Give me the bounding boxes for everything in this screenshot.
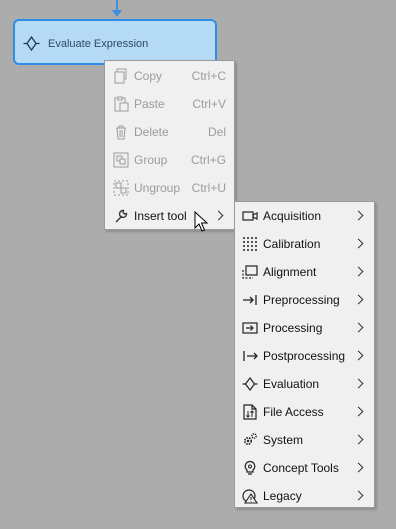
file-access-icon <box>243 404 257 420</box>
submenu-item-alignment[interactable]: Alignment <box>235 258 374 286</box>
chevron-right-icon <box>213 210 224 221</box>
postprocessing-icon <box>243 351 258 361</box>
flow-node-evaluate-expression[interactable]: Evaluate Expression <box>13 19 217 65</box>
chevron-right-icon <box>353 490 364 501</box>
chevron-right-icon <box>353 266 364 277</box>
lightbulb-icon <box>244 460 256 475</box>
menu-item-insert-tool[interactable]: Insert tool <box>105 202 234 230</box>
submenu-item-legacy[interactable]: Legacy <box>235 482 374 510</box>
insert-tool-submenu: Acquisition Calibration Alignment Prepro… <box>234 201 375 508</box>
chevron-right-icon <box>353 294 364 305</box>
chevron-right-icon <box>353 238 364 249</box>
chevron-right-icon <box>353 434 364 445</box>
menu-item-delete[interactable]: Delete Del <box>105 118 234 146</box>
submenu-item-preprocessing[interactable]: Preprocessing <box>235 286 374 314</box>
submenu-item-calibration[interactable]: Calibration <box>235 230 374 258</box>
alignment-icon <box>242 265 258 279</box>
submenu-item-file-access[interactable]: File Access <box>235 398 374 426</box>
legacy-warning-icon <box>242 489 258 504</box>
chevron-right-icon <box>353 378 364 389</box>
node-label: Evaluate Expression <box>48 38 149 50</box>
submenu-item-processing[interactable]: Processing <box>235 314 374 342</box>
preprocessing-icon <box>243 295 257 305</box>
submenu-item-acquisition[interactable]: Acquisition <box>235 202 374 230</box>
menu-item-paste[interactable]: Paste Ctrl+V <box>105 90 234 118</box>
mouse-pointer-icon <box>194 211 208 232</box>
chevron-right-icon <box>353 210 364 221</box>
evaluation-icon <box>242 377 258 391</box>
context-menu: Copy Ctrl+C Paste Ctrl+V Delete Del Grou… <box>104 60 235 230</box>
group-icon <box>113 152 129 168</box>
paste-icon <box>114 96 129 112</box>
chevron-right-icon <box>353 322 364 333</box>
submenu-item-system[interactable]: System <box>235 426 374 454</box>
ungroup-icon <box>113 180 129 196</box>
chevron-right-icon <box>353 462 364 473</box>
flow-connector-arrow-icon <box>112 10 122 17</box>
trash-icon <box>116 125 126 140</box>
submenu-item-postprocessing[interactable]: Postprocessing <box>235 342 374 370</box>
menu-item-ungroup[interactable]: Ungroup Ctrl+U <box>105 174 234 202</box>
menu-item-group[interactable]: Group Ctrl+G <box>105 146 234 174</box>
processing-icon <box>242 322 258 334</box>
wrench-icon <box>115 209 128 223</box>
camera-icon <box>242 211 258 221</box>
calibration-grid-icon <box>243 237 257 251</box>
chevron-right-icon <box>353 406 364 417</box>
gears-icon <box>243 433 257 446</box>
submenu-item-concept-tools[interactable]: Concept Tools <box>235 454 374 482</box>
evaluation-icon <box>23 36 40 51</box>
copy-icon <box>114 68 127 84</box>
chevron-right-icon <box>353 350 364 361</box>
submenu-item-evaluation[interactable]: Evaluation <box>235 370 374 398</box>
menu-item-copy[interactable]: Copy Ctrl+C <box>105 62 234 90</box>
